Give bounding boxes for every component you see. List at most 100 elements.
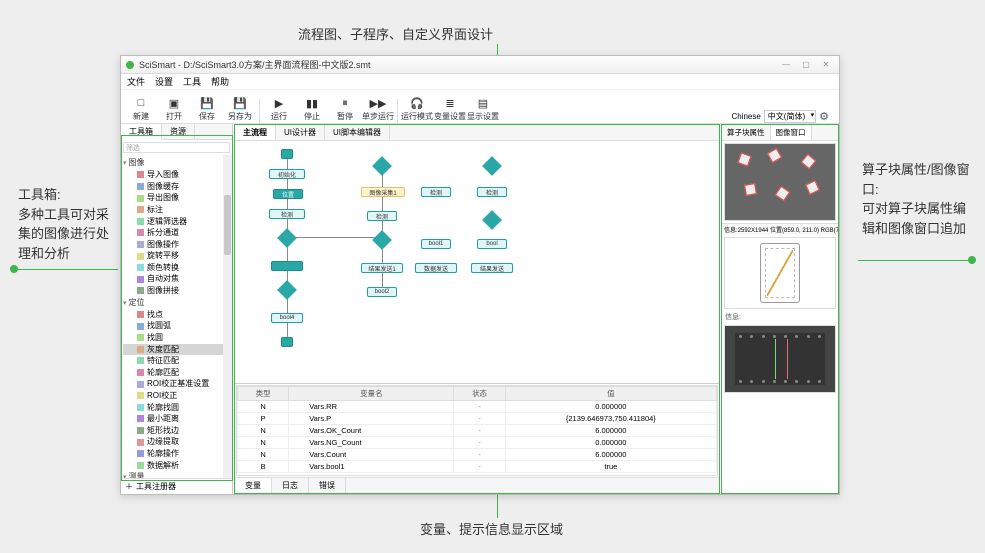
table-row[interactable]: PVars.P-{2139.646973,750.411804}	[238, 413, 717, 425]
tool-varset[interactable]: ≣变量设置	[434, 95, 466, 123]
tree-item[interactable]: 轮廓操作	[123, 448, 232, 460]
flow-decision[interactable]	[482, 210, 502, 230]
close-button[interactable]: ✕	[817, 59, 835, 71]
flow-node[interactable]: 数据发送	[415, 263, 457, 273]
tab-image-window[interactable]: 图像窗口	[771, 125, 812, 140]
tree-item[interactable]: 拆分通道	[123, 227, 232, 239]
tree-group[interactable]: ▾ 图像	[123, 157, 232, 169]
tree-item[interactable]: 找点	[123, 309, 232, 321]
tab-variables[interactable]: 变量	[235, 478, 272, 493]
menu-file[interactable]: 文件	[127, 75, 145, 88]
tool-runmode[interactable]: 🎧运行模式	[401, 95, 433, 123]
table-row[interactable]: NVars.OK_Count-6.000000	[238, 425, 717, 437]
tree-item[interactable]: ROI校正	[123, 390, 232, 402]
table-cell: -	[454, 437, 505, 449]
flow-decision[interactable]	[277, 280, 297, 300]
tool-stop[interactable]: ▮▮停止	[296, 95, 328, 123]
flow-node[interactable]	[281, 337, 293, 347]
table-row[interactable]: NVars.Count-6.000000	[238, 449, 717, 461]
menu-tools[interactable]: 工具	[183, 75, 201, 88]
flow-node[interactable]: 检测	[367, 211, 397, 221]
image-thumbnail-2[interactable]	[724, 237, 836, 309]
tool-save[interactable]: 💾保存	[191, 95, 223, 123]
flow-node[interactable]: 结果发送	[471, 263, 513, 273]
image-thumbnail-3[interactable]	[724, 325, 836, 393]
toolbox-filter[interactable]: 筛选	[123, 142, 230, 153]
tree-item[interactable]: 轮廓找圆	[123, 402, 232, 414]
tool-pause[interactable]: ⏸暂停	[329, 95, 361, 123]
tab-toolbox[interactable]: 工具箱	[121, 124, 162, 140]
tool-open[interactable]: ▣打开	[158, 95, 190, 123]
tab-errors[interactable]: 错误	[309, 478, 346, 493]
flow-node[interactable]: 检测	[269, 209, 305, 219]
tree-item[interactable]: 颜色转换	[123, 262, 232, 274]
tree-item[interactable]: 自动对焦	[123, 273, 232, 285]
tool-icon	[137, 276, 144, 283]
flow-node[interactable]	[271, 261, 303, 271]
minimize-button[interactable]: —	[777, 59, 795, 71]
flow-node[interactable]: bool	[477, 239, 507, 249]
tool-display[interactable]: ▤显示设置	[467, 95, 499, 123]
flow-node[interactable]: bool2	[367, 287, 397, 297]
tree-group[interactable]: ▾ 测量	[123, 471, 232, 478]
flow-decision[interactable]	[372, 230, 392, 250]
tab-ui-script[interactable]: UI脚本编辑器	[325, 125, 390, 140]
flow-node[interactable]: 初始化	[269, 169, 305, 179]
saveas-icon: 💾	[232, 95, 248, 111]
table-row[interactable]: NVars.RR-0.000000	[238, 401, 717, 413]
maximize-button[interactable]: ▢	[797, 59, 815, 71]
tool-register[interactable]: ＋ 工具注册器	[121, 478, 232, 494]
tab-resources[interactable]: 资源	[162, 124, 195, 139]
tree-item[interactable]: 灰度匹配	[123, 344, 232, 356]
tree-group[interactable]: ▾ 定位	[123, 297, 232, 309]
tree-item[interactable]: 导出图像	[123, 192, 232, 204]
tool-step[interactable]: ▶▶单步运行	[362, 95, 394, 123]
image-thumbnail-1[interactable]	[724, 143, 836, 221]
lang-combo[interactable]: 中文(简体)	[764, 110, 816, 123]
table-row[interactable]: NVars.NG_Count-0.000000	[238, 437, 717, 449]
tool-icon	[137, 195, 144, 202]
flow-node[interactable]: 结果发送1	[361, 263, 403, 273]
tree-item[interactable]: 图像操作	[123, 239, 232, 251]
tree-item[interactable]: 图像拼接	[123, 285, 232, 297]
flow-node[interactable]: bool1	[421, 239, 451, 249]
flow-node[interactable]: 检测	[477, 187, 507, 197]
scrollbar-vertical[interactable]	[223, 155, 232, 478]
tree-item[interactable]: 旋转平移	[123, 250, 232, 262]
flow-decision[interactable]	[482, 156, 502, 176]
tab-ui-designer[interactable]: UI设计器	[276, 125, 325, 140]
tree-item[interactable]: 找圆弧	[123, 320, 232, 332]
gear-icon[interactable]: ⚙	[819, 110, 829, 123]
tree-item[interactable]: 图像缓存	[123, 181, 232, 193]
table-row[interactable]: BVars.bool1-true	[238, 461, 717, 473]
tree-item[interactable]: 矩形找边	[123, 425, 232, 437]
tab-logs[interactable]: 日志	[272, 478, 309, 493]
tree-item[interactable]: 导入图像	[123, 169, 232, 181]
tab-main-flow[interactable]: 主流程	[235, 125, 276, 140]
tab-operator-props[interactable]: 算子块属性	[722, 125, 771, 140]
menu-settings[interactable]: 设置	[155, 75, 173, 88]
tree-item[interactable]: 找圆	[123, 332, 232, 344]
tree-item[interactable]: 边缘提取	[123, 436, 232, 448]
tree-item[interactable]: 数据解析	[123, 460, 232, 472]
flow-node[interactable]: bool4	[271, 313, 303, 323]
flow-decision[interactable]	[372, 156, 392, 176]
tree-item[interactable]: ROI校正基准设置	[123, 378, 232, 390]
flow-node[interactable]: 图像采集1	[361, 187, 405, 197]
variable-table: 类型变量名状态值 NVars.RR-0.000000PVars.P-{2139.…	[236, 385, 718, 476]
tree-item[interactable]: 标注	[123, 204, 232, 216]
tool-run[interactable]: ▶运行	[263, 95, 295, 123]
flowchart-canvas[interactable]: 初始化 位置 检测 bool4 图像采集1	[235, 141, 719, 383]
tree-item[interactable]: 逻辑筛选器	[123, 216, 232, 228]
tree-item[interactable]: 轮廓匹配	[123, 367, 232, 379]
tool-icon	[137, 346, 144, 353]
flow-decision[interactable]	[277, 228, 297, 248]
flow-node[interactable]: 位置	[273, 189, 303, 199]
tool-new[interactable]: □新建	[125, 95, 157, 123]
tool-saveas[interactable]: 💾另存为	[224, 95, 256, 123]
tree-item[interactable]: 特征匹配	[123, 355, 232, 367]
flow-node[interactable]: 检测	[421, 187, 451, 197]
flow-node[interactable]	[281, 149, 293, 159]
tree-item[interactable]: 最小距离	[123, 413, 232, 425]
menu-help[interactable]: 帮助	[211, 75, 229, 88]
